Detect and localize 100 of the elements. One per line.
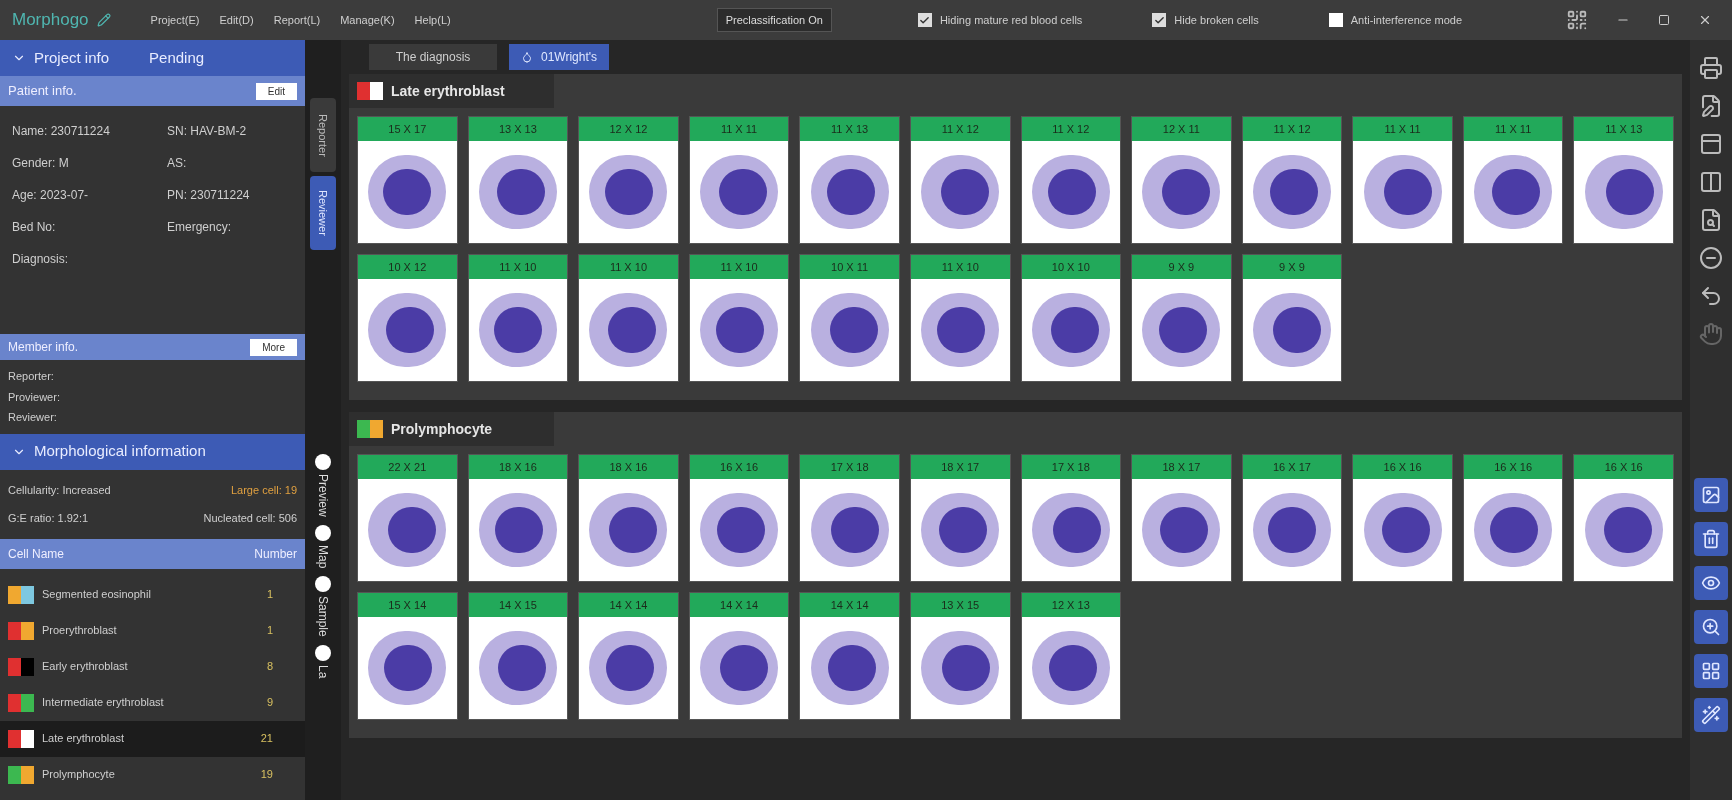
cell-size-label: 17 X 18 [1021,455,1121,479]
cell-tile[interactable]: 11 X 11 [1352,116,1453,244]
cell-tile[interactable]: 14 X 14 [799,592,900,720]
cell-tile[interactable]: 10 X 10 [1020,254,1122,382]
magic-wand-button[interactable] [1694,698,1728,732]
cell-tile[interactable]: 14 X 14 [688,592,790,720]
checkbox-label: Hiding mature red blood cells [939,12,1083,28]
cell-size-label: 11 X 13 [1574,117,1673,141]
cell-tile[interactable]: 15 X 17 [357,116,458,244]
cell-size-label: 13 X 13 [468,117,568,141]
view-tab[interactable]: The diagnosis [369,44,497,70]
maximize-icon[interactable] [1658,14,1670,26]
cell-tile[interactable]: 12 X 11 [1131,116,1232,244]
cell-tile[interactable]: 11 X 12 [909,116,1011,244]
cell-tile[interactable]: 17 X 18 [799,454,900,582]
cell-tile[interactable]: 18 X 17 [909,454,1011,582]
more-button[interactable]: More [250,338,297,356]
menu-item[interactable]: Project(E) [150,11,200,29]
columns-icon[interactable] [1699,170,1723,194]
pencil-icon[interactable] [96,13,111,27]
cell-size-label: 11 X 12 [1242,117,1342,141]
cell-tile[interactable]: 11 X 12 [1241,116,1343,244]
image-icon [1701,485,1721,505]
cell-tile[interactable]: 11 X 11 [1462,116,1564,244]
panel-icon[interactable] [1699,132,1723,156]
cell-tile[interactable]: 11 X 12 [1020,116,1122,244]
close-icon[interactable] [1698,13,1712,27]
cell-tile[interactable]: 11 X 10 [688,254,790,382]
cell-tile[interactable]: 16 X 16 [1573,454,1674,582]
cell-tile[interactable]: 11 X 13 [799,116,900,244]
cell-size-label: 16 X 16 [1463,455,1563,479]
cell-size-label: 10 X 11 [800,255,899,279]
checkbox[interactable] [917,13,932,27]
patient-field: Emergency: [167,218,293,236]
section-title: Prolymphocyte [391,419,493,439]
morphology-stat: Large cell: 19 [229,482,297,498]
checkbox[interactable] [1328,13,1343,27]
patient-field: Age: 2023-07- [12,186,167,204]
checkbox[interactable] [1152,13,1167,27]
menu-item[interactable]: Help(L) [414,11,451,29]
cell-tile[interactable]: 10 X 11 [799,254,900,382]
cell-tile[interactable]: 14 X 15 [467,592,569,720]
section-title: Project info [34,47,110,68]
status-text: Pending [149,47,205,68]
cell-tile[interactable]: 12 X 12 [578,116,679,244]
cell-name: Prolymphocyte [42,767,116,783]
edit-button[interactable]: Edit [255,82,297,100]
member-field: Reporter: [8,368,297,385]
trash-button[interactable] [1694,522,1728,556]
eye-button[interactable] [1694,566,1728,600]
cell-tile[interactable]: 11 X 10 [578,254,679,382]
preclassification-button[interactable]: Preclassification On [716,7,832,33]
cell-tile[interactable]: 15 X 14 [357,592,458,720]
undo-icon[interactable] [1699,284,1723,308]
image-button[interactable] [1694,478,1728,512]
cell-tile[interactable]: 9 X 9 [1131,254,1232,382]
cell-tile[interactable]: 11 X 11 [688,116,790,244]
cell-size-label: 18 X 16 [579,455,678,479]
cell-size-label: 10 X 10 [1021,255,1121,279]
minus-circle-icon[interactable] [1699,246,1723,270]
cell-tile[interactable]: 9 X 9 [1241,254,1343,382]
cell-tile[interactable]: 14 X 14 [578,592,679,720]
printer-icon[interactable] [1699,56,1723,80]
cell-table-row[interactable]: Late erythroblast 21 [0,720,305,757]
document-search-icon[interactable] [1699,208,1723,232]
cell-size-label: 11 X 13 [800,117,899,141]
cell-tile[interactable]: 18 X 16 [467,454,569,582]
cell-tile[interactable]: 13 X 13 [467,116,569,244]
cell-tile[interactable]: 12 X 13 [1020,592,1122,720]
patient-field: PN: 230711224 [167,186,293,204]
cell-size-label: 16 X 16 [1574,455,1673,479]
side-tab[interactable]: Reporter [310,98,336,172]
cell-tile[interactable]: 11 X 10 [909,254,1011,382]
cell-tile[interactable]: 16 X 16 [1462,454,1564,582]
cell-tile[interactable]: 16 X 16 [688,454,790,582]
cell-tile[interactable]: 16 X 17 [1241,454,1343,582]
cell-tile[interactable]: 11 X 13 [1573,116,1674,244]
cell-tile[interactable]: 17 X 18 [1020,454,1122,582]
menu-item[interactable]: Report(L) [273,11,321,29]
patient-field: Diagnosis: [12,250,167,268]
cell-size-label: 13 X 15 [910,593,1010,617]
menu-item[interactable]: Edit(D) [219,11,254,29]
grid-button[interactable] [1694,654,1728,688]
cell-size-label: 15 X 17 [358,117,457,141]
qr-code-icon[interactable] [1566,9,1588,31]
menu-item[interactable]: Manage(K) [340,11,395,29]
zoom-in-button[interactable] [1694,610,1728,644]
cell-tile[interactable]: 18 X 17 [1131,454,1232,582]
cell-size-label: 18 X 16 [468,455,568,479]
cell-tile[interactable]: 11 X 10 [467,254,569,382]
cell-tile[interactable]: 13 X 15 [909,592,1011,720]
cell-tile[interactable]: 18 X 16 [578,454,679,582]
cell-tile[interactable]: 16 X 16 [1352,454,1453,582]
cell-tile[interactable]: 22 X 21 [357,454,458,582]
side-tab[interactable]: Reviewer [310,176,336,250]
cell-tile[interactable]: 10 X 12 [357,254,458,382]
cell-size-label: 16 X 16 [1353,455,1452,479]
edit-document-icon[interactable] [1699,94,1723,118]
view-tab[interactable]: 01Wright's [509,44,610,70]
cell-size-label: 9 X 9 [1132,255,1231,279]
